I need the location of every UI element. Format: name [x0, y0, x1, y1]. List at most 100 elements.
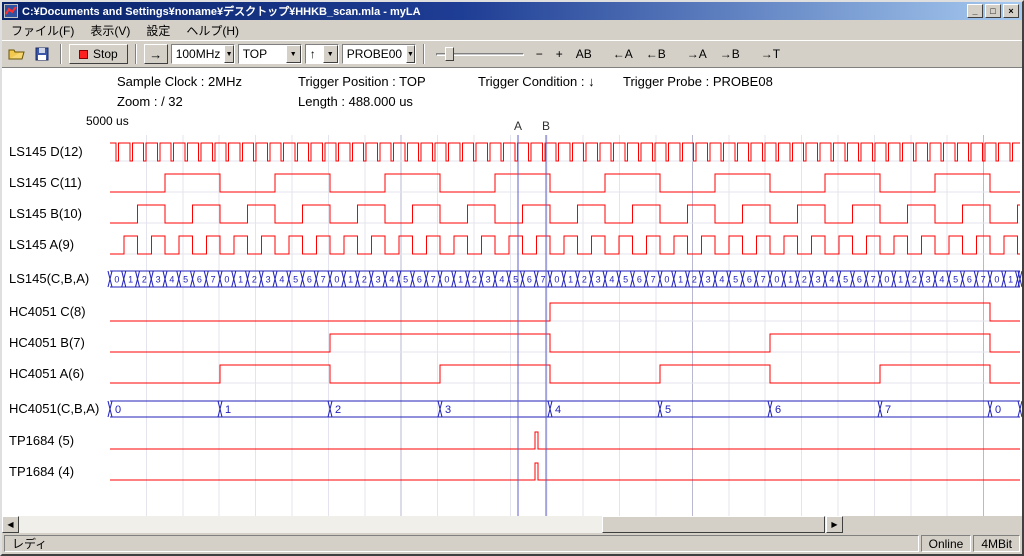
- bus-value: 6: [747, 274, 752, 284]
- bus-value: 1: [225, 404, 231, 416]
- trigger-position-value: TOP: [239, 47, 286, 61]
- toolbar: Stop → 100MHz ▼ TOP ▼ ↑ ▼ PROBE00 ▼ − + …: [2, 40, 1022, 67]
- bus-value: 2: [472, 274, 477, 284]
- zoom-slider[interactable]: [436, 45, 524, 63]
- bus-value: 7: [651, 274, 656, 284]
- bus-value: 3: [445, 404, 451, 416]
- menubar: ファイル(F) 表示(V) 設定 ヘルプ(H): [2, 20, 1022, 40]
- bus-value: 6: [307, 274, 312, 284]
- open-folder-icon: [8, 47, 26, 61]
- goto-marker-b-button[interactable]: ←B: [641, 45, 671, 63]
- menu-help[interactable]: ヘルプ(H): [178, 20, 247, 41]
- app-window: C:¥Documents and Settings¥noname¥デスクトップ¥…: [0, 0, 1024, 556]
- menu-settings[interactable]: 設定: [138, 20, 178, 41]
- next-marker-a-button[interactable]: →A: [682, 45, 712, 63]
- bus-value: 3: [156, 274, 161, 284]
- marker-label-b: B: [542, 119, 550, 133]
- bus-value: 3: [376, 274, 381, 284]
- bus-value: 0: [664, 274, 669, 284]
- bus-value: 0: [444, 274, 449, 284]
- goto-trigger-button[interactable]: →T: [756, 45, 785, 63]
- waveform-trace: [110, 174, 1020, 192]
- bus-value: 0: [884, 274, 889, 284]
- menu-view[interactable]: 表示(V): [82, 20, 138, 41]
- waveform-trace: [110, 236, 1020, 254]
- stop-square-icon: [79, 50, 88, 59]
- bus-value: 7: [541, 274, 546, 284]
- bus-value: 0: [994, 274, 999, 284]
- chevron-down-icon[interactable]: ▼: [406, 45, 415, 63]
- bus-value: 0: [114, 274, 119, 284]
- bus-value: 7: [885, 404, 891, 416]
- window-title: C:¥Documents and Settings¥noname¥デスクトップ¥…: [22, 3, 967, 19]
- bus-value: 4: [829, 274, 834, 284]
- bus-value: 1: [678, 274, 683, 284]
- bus-value: 6: [967, 274, 972, 284]
- zoom-in-button[interactable]: +: [551, 45, 568, 63]
- channel-label: HC4051 A(6): [9, 366, 84, 381]
- bus-value: 3: [706, 274, 711, 284]
- toolbar-separator: [60, 44, 62, 64]
- zoom-slider-thumb[interactable]: [445, 47, 454, 61]
- channel-label: LS145(C,B,A): [9, 271, 89, 286]
- bus-value: 2: [252, 274, 257, 284]
- horizontal-scrollbar[interactable]: ◀ ▶: [2, 516, 1022, 533]
- bus-value: 7: [981, 274, 986, 284]
- bus-value: 0: [334, 274, 339, 284]
- bus-value: 2: [335, 404, 341, 416]
- goto-marker-a-button[interactable]: ←A: [608, 45, 638, 63]
- trigger-edge-dropdown[interactable]: ↑ ▼: [305, 44, 339, 64]
- save-button[interactable]: [31, 44, 53, 64]
- menu-file[interactable]: ファイル(F): [3, 20, 82, 41]
- scroll-right-button[interactable]: ▶: [826, 516, 843, 533]
- bus-value: 6: [417, 274, 422, 284]
- bus-value: 2: [362, 274, 367, 284]
- minimize-button[interactable]: _: [967, 4, 983, 18]
- waveform-trace: [110, 334, 1020, 352]
- bus-value: 4: [555, 404, 561, 416]
- scroll-left-button[interactable]: ◀: [2, 516, 19, 533]
- channel-label: LS145 A(9): [9, 237, 74, 252]
- bus-value: 1: [238, 274, 243, 284]
- next-marker-b-button[interactable]: →B: [715, 45, 745, 63]
- waveform-canvas: 0123456701234567012345670123456701234567…: [2, 68, 1022, 516]
- bus-value: 7: [211, 274, 216, 284]
- sample-clock-dropdown[interactable]: 100MHz ▼: [171, 44, 235, 64]
- bus-value: 4: [939, 274, 944, 284]
- bus-value: 5: [665, 404, 671, 416]
- sample-clock-value: 100MHz: [172, 47, 225, 61]
- stop-button[interactable]: Stop: [69, 44, 128, 64]
- statusbar: レディ Online 4MBit: [2, 533, 1022, 554]
- channel-label: TP1684 (5): [9, 433, 74, 448]
- channel-label: TP1684 (4): [9, 464, 74, 479]
- chevron-down-icon[interactable]: ▼: [323, 45, 338, 63]
- bus-value: 0: [115, 404, 121, 416]
- floppy-disk-icon: [35, 47, 49, 61]
- probe-dropdown[interactable]: PROBE00 ▼: [342, 44, 416, 64]
- ab-range-button[interactable]: AB: [571, 45, 597, 63]
- titlebar[interactable]: C:¥Documents and Settings¥noname¥デスクトップ¥…: [2, 2, 1022, 20]
- trigger-position-dropdown[interactable]: TOP ▼: [238, 44, 302, 64]
- close-button[interactable]: ×: [1003, 4, 1019, 18]
- bus-value: 0: [774, 274, 779, 284]
- bus-value: 4: [279, 274, 284, 284]
- status-ready: レディ: [4, 535, 919, 552]
- run-button[interactable]: →: [144, 44, 168, 64]
- waveform-workspace: Sample Clock : 2MHz Trigger Position : T…: [2, 67, 1022, 516]
- bus-value: 3: [486, 274, 491, 284]
- bus-value: 6: [637, 274, 642, 284]
- bus-value: 5: [733, 274, 738, 284]
- open-file-button[interactable]: [6, 44, 28, 64]
- chevron-down-icon[interactable]: ▼: [286, 45, 301, 63]
- bus-value: 1: [788, 274, 793, 284]
- channel-label: LS145 C(11): [9, 175, 82, 190]
- scroll-thumb[interactable]: [602, 516, 825, 533]
- channel-label: HC4051 B(7): [9, 335, 85, 350]
- channel-label: HC4051 C(8): [9, 304, 86, 319]
- zoom-out-button[interactable]: −: [531, 45, 548, 63]
- bus-value: 2: [142, 274, 147, 284]
- bus-value: 4: [499, 274, 504, 284]
- waveform-trace: [110, 432, 1020, 449]
- maximize-button[interactable]: □: [985, 4, 1001, 18]
- chevron-down-icon[interactable]: ▼: [224, 45, 233, 63]
